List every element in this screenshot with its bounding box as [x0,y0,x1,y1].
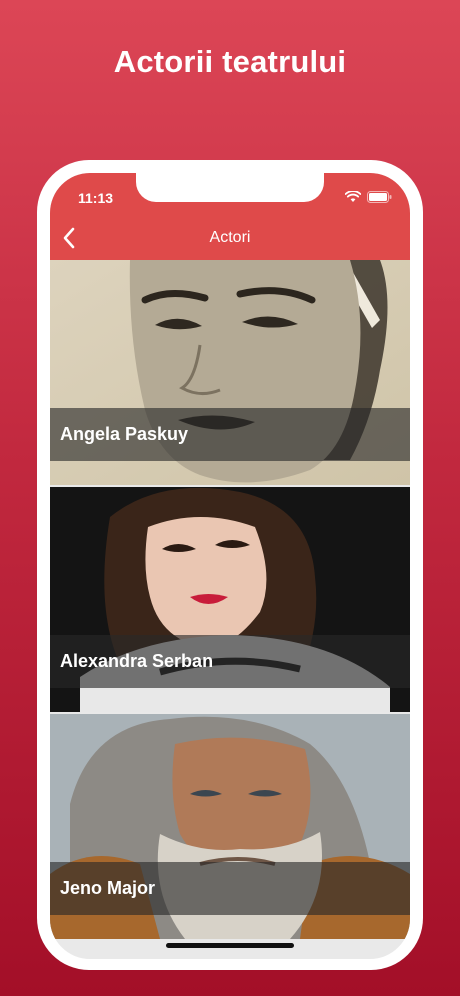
actor-card[interactable]: Angela Paskuy [50,260,410,485]
actor-name-bar: Alexandra Serban [50,635,410,688]
actor-name: Angela Paskuy [60,424,189,444]
status-icons [345,191,392,203]
home-indicator[interactable] [166,943,294,948]
battery-icon [367,191,392,203]
phone-frame: 11:13 Actori Angela Paskuy Alexandra Ser… [37,160,423,970]
actor-card[interactable]: Alexandra Serban [50,487,410,712]
actor-name: Jeno Major [60,878,156,898]
app-screen: 11:13 Actori Angela Paskuy Alexandra Ser… [50,173,410,959]
actor-name-bar: Angela Paskuy [50,408,410,461]
promo-title: Actorii teatrului [113,44,347,79]
actor-name-bar: Jeno Major [50,862,410,915]
nav-title: Actori [209,229,251,246]
nav-header: 11:13 Actori [50,173,410,260]
status-time: 11:13 [78,190,114,206]
actor-list: Angela Paskuy Alexandra Serban Jeno Majo… [50,260,410,941]
device-notch [136,173,324,202]
actor-card[interactable]: Jeno Major [50,714,410,939]
wifi-icon [345,191,361,202]
actor-name: Alexandra Serban [60,651,214,671]
